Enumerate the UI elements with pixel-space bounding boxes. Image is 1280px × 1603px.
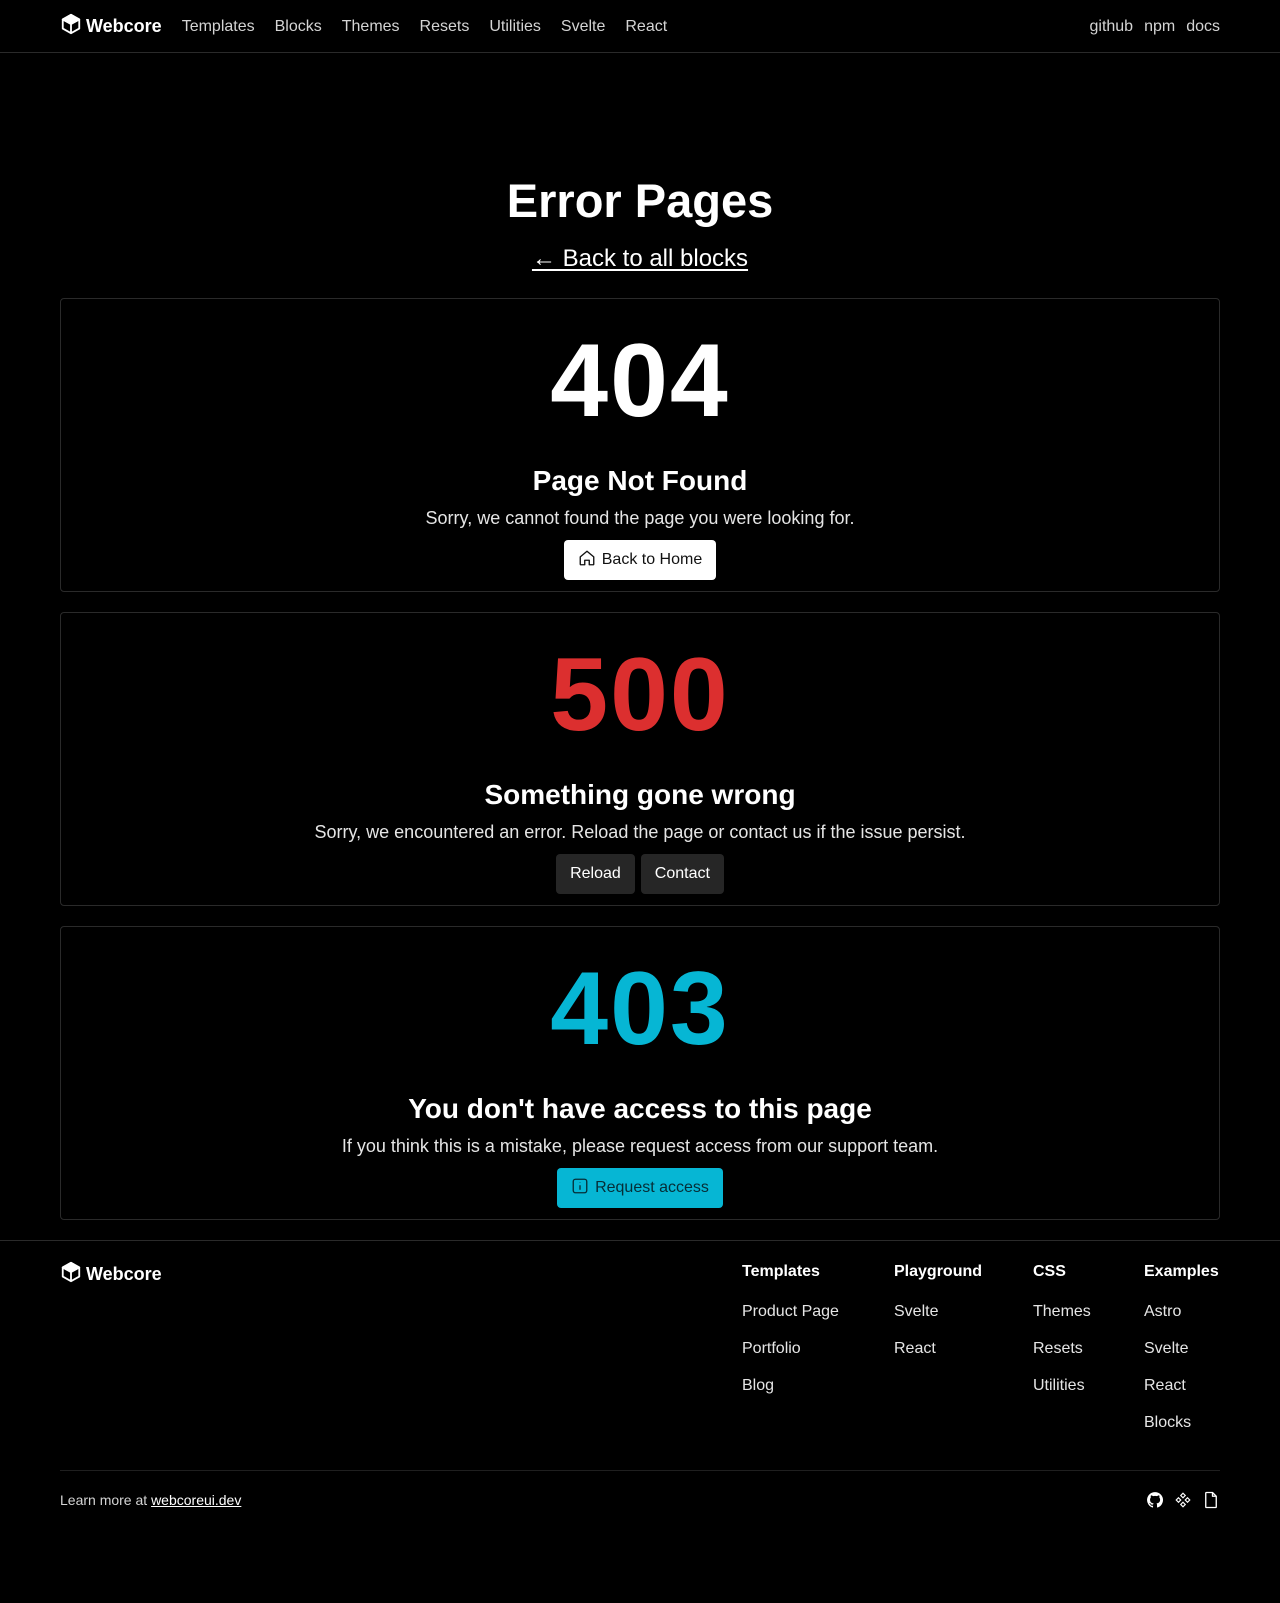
home-icon (578, 549, 596, 572)
footer-link[interactable]: Svelte (1144, 1339, 1219, 1359)
external-links: github npm docs (1089, 18, 1220, 36)
footer-column-heading: Playground (894, 1263, 983, 1280)
github-icon[interactable] (1146, 1491, 1164, 1509)
main-nav: Templates Blocks Themes Resets Utilities… (182, 18, 667, 36)
footer-column-heading: Templates (742, 1263, 820, 1280)
reload-button[interactable]: Reload (556, 854, 635, 894)
docs-link[interactable]: docs (1186, 18, 1220, 36)
webcoreui-link[interactable]: webcoreui.dev (151, 1492, 241, 1508)
footer-column-heading: Examples (1144, 1263, 1219, 1280)
logo-icon (60, 13, 82, 40)
info-icon (571, 1177, 589, 1200)
footer-brand-link[interactable]: Webcore (60, 1261, 162, 1288)
error-description: If you think this is a mistake, please r… (341, 1136, 939, 1156)
nav-blocks[interactable]: Blocks (275, 18, 322, 36)
error-code: 404 (550, 323, 730, 439)
error-description: Sorry, we cannot found the page you were… (425, 508, 855, 528)
footer-link[interactable]: Blocks (1144, 1413, 1219, 1433)
footer-column-heading: CSS (1033, 1263, 1066, 1280)
error-card-500: 500 Something gone wrong Sorry, we encou… (60, 612, 1220, 906)
footer-column-css: CSS Themes Resets Utilities (1033, 1261, 1091, 1396)
error-card-403: 403 You don't have access to this page I… (60, 926, 1220, 1220)
footer-link[interactable]: Utilities (1033, 1376, 1091, 1396)
error-title: Something gone wrong (484, 779, 796, 810)
social-links (1146, 1491, 1220, 1509)
footer-column-playground: Playground Svelte React (894, 1261, 982, 1359)
site-header: Webcore Templates Blocks Themes Resets U… (0, 0, 1280, 53)
learn-more-prefix: Learn more at (60, 1492, 152, 1508)
button-label: Request access (595, 1179, 709, 1196)
error-card-404: 404 Page Not Found Sorry, we cannot foun… (60, 298, 1220, 592)
footer-link[interactable]: Themes (1033, 1302, 1091, 1322)
request-access-button[interactable]: Request access (557, 1168, 723, 1208)
contact-button[interactable]: Contact (640, 854, 724, 894)
learn-more-text: Learn more at webcoreui.dev (60, 1492, 241, 1508)
site-footer: Webcore Templates Product Page Portfolio… (0, 1240, 1280, 1603)
nav-utilities[interactable]: Utilities (489, 18, 541, 36)
nav-themes[interactable]: Themes (342, 18, 400, 36)
logo-icon (60, 1261, 82, 1288)
figma-icon[interactable] (1174, 1491, 1192, 1509)
footer-link[interactable]: Blog (742, 1376, 839, 1396)
nav-templates[interactable]: Templates (182, 18, 255, 36)
back-to-blocks-link[interactable]: ← Back to all blocks (532, 245, 748, 272)
footer-link[interactable]: Resets (1033, 1339, 1091, 1359)
nav-svelte[interactable]: Svelte (561, 18, 605, 36)
footer-link[interactable]: Svelte (894, 1302, 982, 1322)
error-code: 500 (550, 637, 730, 753)
error-code: 403 (550, 951, 730, 1067)
brand-link[interactable]: Webcore (60, 13, 162, 40)
footer-link[interactable]: Product Page (742, 1302, 839, 1322)
footer-link[interactable]: Portfolio (742, 1339, 839, 1359)
footer-divider (60, 1470, 1220, 1471)
github-link[interactable]: github (1089, 18, 1133, 36)
footer-link[interactable]: React (1144, 1376, 1219, 1396)
footer-link[interactable]: Astro (1144, 1302, 1219, 1322)
footer-column-examples: Examples Astro Svelte React Blocks (1144, 1261, 1219, 1433)
nav-resets[interactable]: Resets (420, 18, 470, 36)
error-description: Sorry, we encountered an error. Reload t… (314, 822, 966, 842)
nav-react[interactable]: React (625, 18, 667, 36)
footer-column-templates: Templates Product Page Portfolio Blog (742, 1261, 839, 1396)
file-icon[interactable] (1202, 1491, 1220, 1509)
error-title: Page Not Found (532, 465, 748, 496)
brand-name: Webcore (86, 1264, 162, 1284)
brand-name: Webcore (86, 16, 162, 36)
footer-link[interactable]: React (894, 1339, 982, 1359)
error-title: You don't have access to this page (408, 1093, 872, 1124)
page-title: Error Pages (506, 174, 774, 227)
back-to-home-button[interactable]: Back to Home (563, 540, 717, 580)
button-label: Back to Home (601, 551, 703, 568)
npm-link[interactable]: npm (1144, 18, 1175, 36)
